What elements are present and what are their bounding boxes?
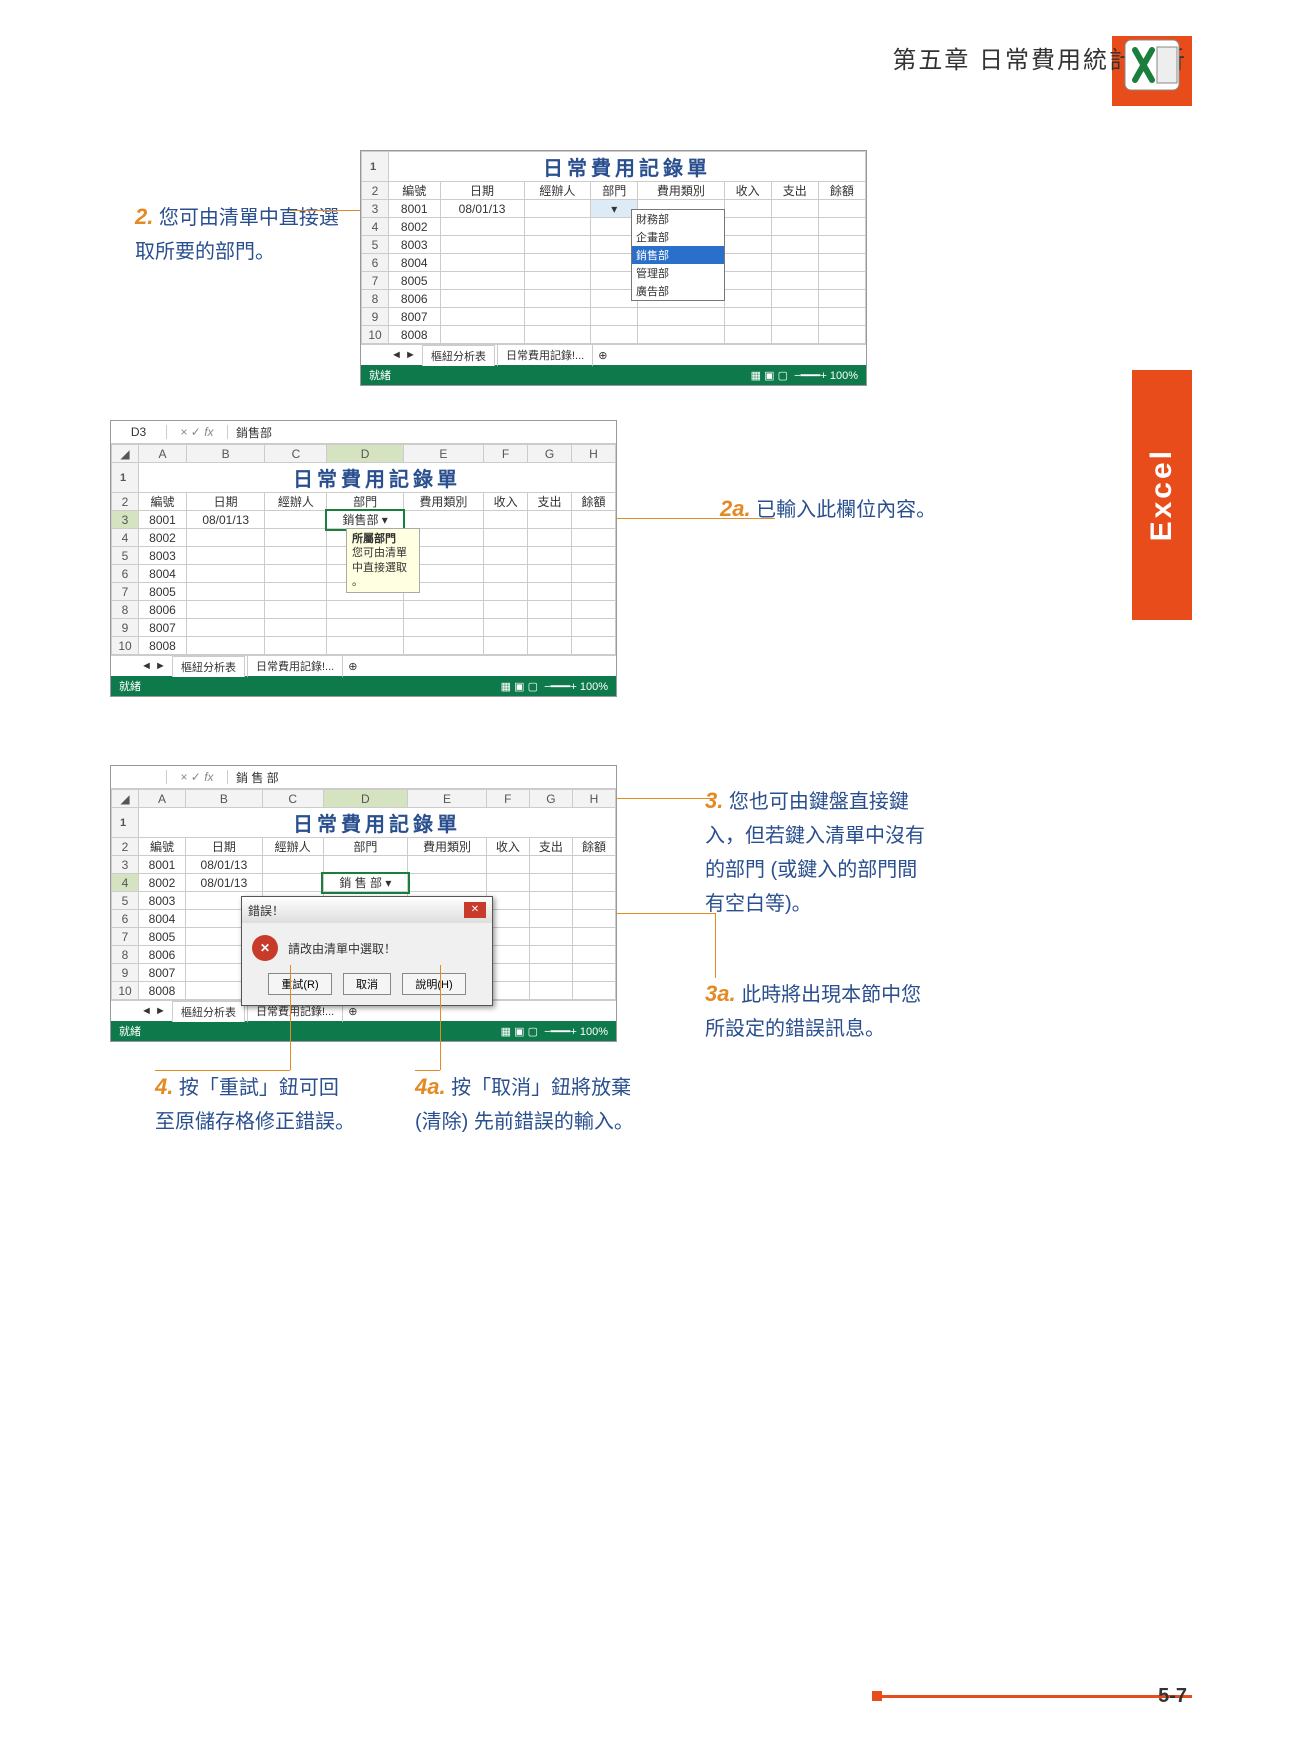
dialog-title: 錯誤！ bbox=[248, 902, 284, 919]
cancel-button[interactable]: 取消 bbox=[343, 973, 391, 995]
close-icon[interactable]: ✕ bbox=[464, 902, 486, 918]
error-icon: ✕ bbox=[252, 935, 278, 961]
screenshot-1: 1日常費用記錄單 2 編號日期經辦人 部門費用類別收入 支出餘額 3800108… bbox=[360, 150, 867, 386]
callout-4: 4. 按「重試」鈕可回至原儲存格修正錯誤。 bbox=[155, 1068, 355, 1139]
dialog-message: 請改由清單中選取！ bbox=[288, 940, 396, 957]
connector-line bbox=[440, 965, 441, 1070]
connector-line bbox=[155, 1070, 290, 1071]
callout-2a: 2a. 已輸入此欄位內容。 bbox=[720, 490, 950, 527]
help-button[interactable]: 說明(H) bbox=[402, 973, 465, 995]
connector-line bbox=[290, 965, 291, 1070]
screenshot-3: × ✓ fx銷 售 部 ◢ ABC DEF GH 1日常費用記錄單 2 編號日期… bbox=[110, 765, 617, 1042]
error-dialog: 錯誤！ ✕ ✕ 請改由清單中選取！ 重試(R) 取消 說明(H) bbox=[241, 896, 493, 1006]
cell-d3-filled[interactable]: 銷售部 ▾ bbox=[327, 511, 403, 529]
zoom-controls[interactable]: ▦ ▣ ▢ −━━━+ 100% bbox=[751, 369, 858, 382]
dropdown-list[interactable]: 財務部 企畫部 銷售部 管理部 廣告部 bbox=[631, 209, 725, 301]
excel-logo-icon bbox=[1117, 35, 1187, 95]
retry-button[interactable]: 重試(R) bbox=[268, 973, 331, 995]
footer-dot bbox=[872, 1691, 882, 1701]
tooltip: 所屬部門 您可由清單 中直接選取 。 bbox=[346, 528, 420, 593]
screenshot-2: D3 × ✓ fx 銷售部 ◢ ABC DEF GH 1日常費用記錄單 2 編號… bbox=[110, 420, 617, 697]
callout-3a: 3a. 此時將出現本節中您所設定的錯誤訊息。 bbox=[705, 975, 930, 1046]
formula-bar[interactable]: D3 × ✓ fx 銷售部 bbox=[111, 421, 616, 444]
footer-bar bbox=[872, 1695, 1192, 1698]
callout-2: 2. 您可由清單中直接選取所要的部門。 bbox=[135, 198, 355, 269]
callout-3: 3. 您也可由鍵盤直接鍵入，但若鍵入清單中沒有的部門 (或鍵入的部門間有空白等)… bbox=[705, 782, 930, 921]
side-tab-excel: Excel bbox=[1132, 370, 1192, 620]
status-text: 就緒 bbox=[369, 367, 391, 383]
callout-4a: 4a. 按「取消」鈕將放棄 (清除) 先前錯誤的輸入。 bbox=[415, 1068, 635, 1139]
chapter-title: 第五章 日常費用統計分析 bbox=[667, 40, 1187, 75]
cell-d4-invalid[interactable]: 銷 售 部 ▾ bbox=[323, 874, 408, 892]
page-number: 5-7 bbox=[1158, 1685, 1187, 1708]
connector-line bbox=[715, 913, 716, 978]
sheet-tabs[interactable]: ◄ ► 樞紐分析表日常費用記錄!... ⊕ bbox=[361, 344, 866, 365]
connector-line bbox=[415, 1070, 440, 1071]
